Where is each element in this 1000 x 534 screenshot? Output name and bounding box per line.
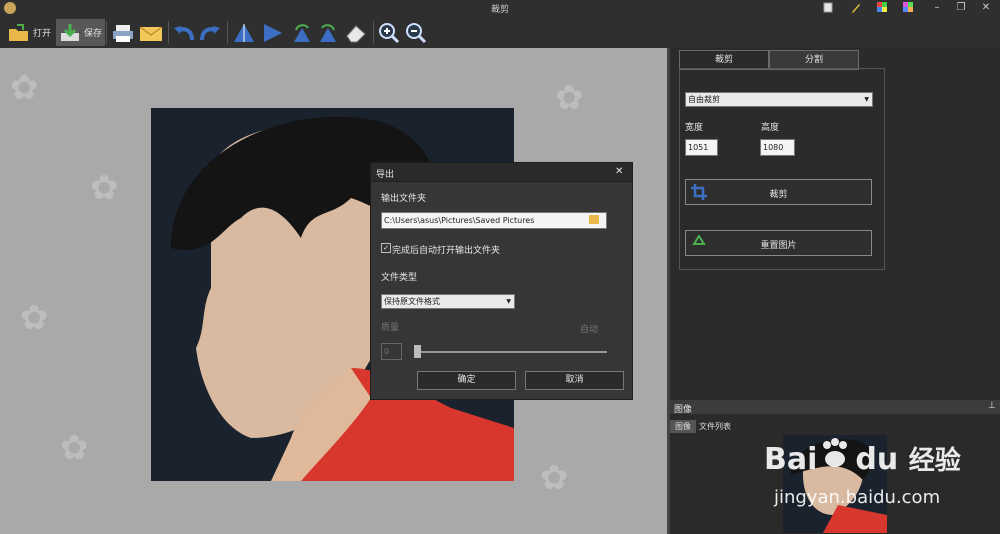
toolbar-divider — [373, 21, 374, 44]
eraser-icon[interactable] — [344, 19, 368, 46]
new-doc-icon[interactable] — [821, 2, 835, 14]
zoom-in-icon[interactable] — [378, 19, 400, 46]
open-folder-icon — [9, 23, 28, 41]
watermark-cn: 经验 — [908, 446, 961, 476]
output-path-input[interactable]: C:\Users\asus\Pictures\Saved Pictures — [381, 212, 607, 229]
background-flower: ✿ — [10, 68, 39, 108]
print-icon[interactable] — [112, 19, 134, 46]
watermark-logo: Bai du 经验 — [764, 437, 961, 477]
palette-icon[interactable] — [875, 2, 889, 14]
quality-value: 0 — [384, 347, 390, 356]
toolbar-divider — [227, 21, 228, 44]
watermark-brand: Bai — [764, 442, 818, 477]
width-label: 宽度 — [685, 123, 704, 133]
title-bar: 裁剪 – ❐ ✕ — [0, 0, 1000, 17]
background-flower: ✿ — [60, 428, 89, 468]
tab-split[interactable]: 分割 — [769, 50, 859, 70]
rotate-left-icon[interactable] — [290, 19, 314, 46]
output-folder-label: 输出文件夹 — [381, 194, 427, 204]
auto-open-label: 完成后自动打开输出文件夹 — [392, 246, 501, 256]
quality-slider-track[interactable] — [416, 351, 607, 353]
background-flower: ✿ — [20, 298, 49, 338]
open-button[interactable]: 打开 — [8, 19, 54, 46]
tab-crop[interactable]: 裁剪 — [679, 50, 769, 70]
open-label: 打开 — [33, 29, 52, 39]
redo-icon[interactable] — [198, 19, 222, 46]
width-value: 1051 — [688, 143, 709, 152]
file-type-select[interactable]: 保持原文件格式 ▼ — [381, 294, 515, 309]
background-flower: ✿ — [540, 458, 569, 498]
reset-button-label: 重置图片 — [760, 241, 797, 251]
undo-icon[interactable] — [172, 19, 196, 46]
tab-image[interactable]: 图像 — [670, 420, 696, 433]
rotate-right-icon[interactable] — [316, 19, 340, 46]
dialog-title: 导出 — [376, 170, 395, 180]
auto-open-checkbox[interactable]: ✓ — [381, 243, 391, 253]
restore-button[interactable]: ❐ — [954, 2, 968, 14]
height-label: 高度 — [761, 123, 780, 133]
watermark-brand2: du — [855, 442, 899, 477]
ok-button[interactable]: 确定 — [417, 371, 516, 390]
height-input[interactable]: 1080 — [760, 139, 795, 156]
grid-icon[interactable] — [901, 2, 915, 14]
quality-value-input[interactable]: 0 — [381, 343, 402, 360]
zoom-out-icon[interactable] — [405, 19, 427, 46]
minimize-button[interactable]: – — [930, 2, 944, 14]
flip-horizontal-icon[interactable] — [262, 19, 284, 46]
file-type-value: 保持原文件格式 — [384, 297, 440, 306]
background-flower: ✿ — [555, 78, 584, 118]
mail-icon[interactable] — [139, 19, 163, 46]
save-label: 保存 — [84, 29, 103, 39]
tab-file-list[interactable]: 文件列表 — [699, 420, 739, 433]
image-panel-title: 图像 — [674, 405, 693, 415]
flip-vertical-icon[interactable] — [233, 19, 255, 46]
width-input[interactable]: 1051 — [685, 139, 718, 156]
crop-button[interactable]: 裁剪 — [685, 179, 872, 205]
quality-slider-handle[interactable] — [414, 345, 421, 358]
paw-icon — [817, 437, 855, 477]
chevron-down-icon: ▼ — [864, 96, 869, 103]
cancel-button[interactable]: 取消 — [525, 371, 624, 390]
crop-mode-select[interactable]: 自由裁剪 ▼ — [685, 92, 873, 107]
auto-label: 自动 — [580, 325, 599, 335]
browse-folder-icon[interactable] — [589, 215, 599, 224]
dialog-header: 导出 ✕ — [371, 163, 632, 182]
output-path-value: C:\Users\asus\Pictures\Saved Pictures — [384, 216, 535, 225]
watermark-url: jingyan.baidu.com — [774, 487, 941, 508]
crop-button-label: 裁剪 — [769, 190, 788, 200]
toolbar: 打开 保存 — [0, 17, 1000, 49]
save-icon — [61, 23, 79, 41]
height-value: 1080 — [763, 143, 784, 152]
dialog-close-icon[interactable]: ✕ — [615, 166, 623, 177]
image-panel-header: 图像 ⊥ — [670, 400, 1000, 415]
file-type-label: 文件类型 — [381, 273, 418, 283]
save-button[interactable]: 保存 — [56, 19, 105, 46]
watermark: Bai du 经验 jingyan.baidu.com — [760, 425, 1000, 525]
quality-label: 质量 — [381, 323, 400, 333]
background-flower: ✿ — [90, 168, 119, 208]
chevron-down-icon: ▼ — [506, 298, 511, 305]
edit-icon[interactable] — [848, 2, 862, 14]
toolbar-divider — [106, 21, 107, 44]
reset-image-button[interactable]: 重置图片 — [685, 230, 872, 256]
pin-icon[interactable]: ⊥ — [988, 401, 996, 411]
close-button[interactable]: ✕ — [979, 2, 993, 14]
export-dialog: 导出 ✕ 输出文件夹 C:\Users\asus\Pictures\Saved … — [370, 162, 633, 400]
toolbar-divider — [168, 21, 169, 44]
crop-mode-value: 自由裁剪 — [688, 95, 720, 104]
